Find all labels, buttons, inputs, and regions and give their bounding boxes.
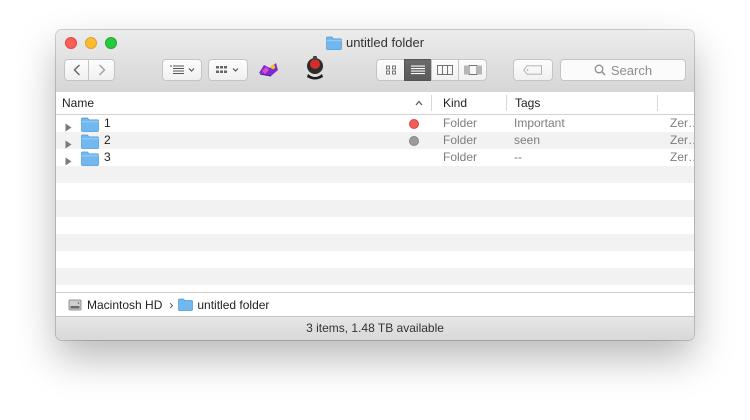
tag-icon [523, 65, 542, 75]
path-folder[interactable]: untitled folder [197, 298, 269, 312]
file-tags: Important [514, 116, 565, 130]
arrange-list-icon [170, 65, 195, 74]
empty-row [56, 251, 694, 268]
empty-row [56, 268, 694, 285]
file-row[interactable]: 1 Folder Important Zer… [56, 115, 694, 132]
back-button[interactable] [64, 59, 89, 81]
column-header-tags[interactable]: Tags [515, 92, 540, 114]
file-name: 1 [104, 116, 111, 130]
folder-icon [81, 117, 99, 132]
list-view-button[interactable] [404, 59, 432, 81]
file-extra: Zer… [670, 133, 694, 147]
column-divider[interactable] [657, 95, 658, 111]
forward-button[interactable] [89, 59, 115, 81]
file-name: 3 [104, 150, 111, 164]
action-button[interactable] [208, 59, 248, 81]
column-header-name[interactable]: Name [62, 92, 94, 114]
folder-icon [81, 151, 99, 166]
file-row[interactable]: 2 Folder seen Zer… [56, 132, 694, 149]
view-coverflow-icon [464, 65, 481, 75]
sort-ascending-icon [415, 100, 423, 106]
file-row[interactable]: 3 Folder -- Zer… [56, 149, 694, 166]
empty-row [56, 234, 694, 251]
search-placeholder: Search [610, 62, 653, 78]
file-name: 2 [104, 133, 111, 147]
back-arrow-icon [72, 64, 80, 76]
empty-row [56, 200, 694, 217]
forward-arrow-icon [98, 64, 106, 76]
column-divider[interactable] [431, 95, 432, 111]
tag-dot-gray [409, 136, 419, 146]
file-list: 1 Folder Important Zer… 2 Folder seen Ze… [56, 115, 694, 289]
file-extra: Zer… [670, 116, 694, 130]
folder-icon [326, 36, 342, 50]
window-title-text: untitled folder [345, 35, 425, 50]
view-list-icon [411, 65, 425, 75]
search-icon [594, 64, 606, 76]
window-title: untitled folder [56, 34, 694, 52]
folder-icon [81, 134, 99, 149]
column-view-button[interactable] [431, 59, 459, 81]
action-grid-icon [216, 66, 239, 73]
coverflow-view-button[interactable] [458, 59, 487, 81]
file-extra: Zer… [670, 150, 694, 164]
file-tags: -- [514, 150, 522, 164]
file-kind: Folder [443, 150, 478, 164]
file-kind: Folder [443, 133, 478, 147]
icon-view-button[interactable] [376, 59, 405, 81]
app-shortcut-1-icon[interactable] [256, 57, 280, 81]
tag-dot-red [409, 119, 419, 129]
path-separator: › [169, 297, 174, 312]
title-bar: untitled folder Search [56, 30, 694, 93]
file-kind: Folder [443, 116, 478, 130]
status-text: 3 items, 1.48 TB available [306, 321, 444, 335]
view-columns-icon [437, 65, 453, 75]
empty-row [56, 217, 694, 234]
path-bar: Macintosh HD › untitled folder [56, 292, 694, 316]
search-field[interactable]: Search [560, 59, 686, 81]
app-shortcut-2-icon[interactable] [302, 54, 328, 82]
view-icon-grid-icon [385, 65, 396, 75]
folder-icon [178, 298, 194, 311]
column-header-kind[interactable]: Kind [443, 92, 467, 114]
hard-drive-icon [68, 299, 82, 310]
file-tags: seen [514, 133, 541, 147]
tags-button[interactable] [513, 59, 553, 81]
arrange-button[interactable] [162, 59, 202, 81]
column-divider[interactable] [506, 95, 507, 111]
status-bar: 3 items, 1.48 TB available [56, 316, 694, 340]
column-header: Name Kind Tags [56, 92, 694, 115]
finder-window: untitled folder Search Name Kind Tags 1 … [56, 30, 694, 340]
path-drive[interactable]: Macintosh HD [87, 298, 162, 312]
empty-row [56, 183, 694, 200]
empty-row [56, 166, 694, 183]
